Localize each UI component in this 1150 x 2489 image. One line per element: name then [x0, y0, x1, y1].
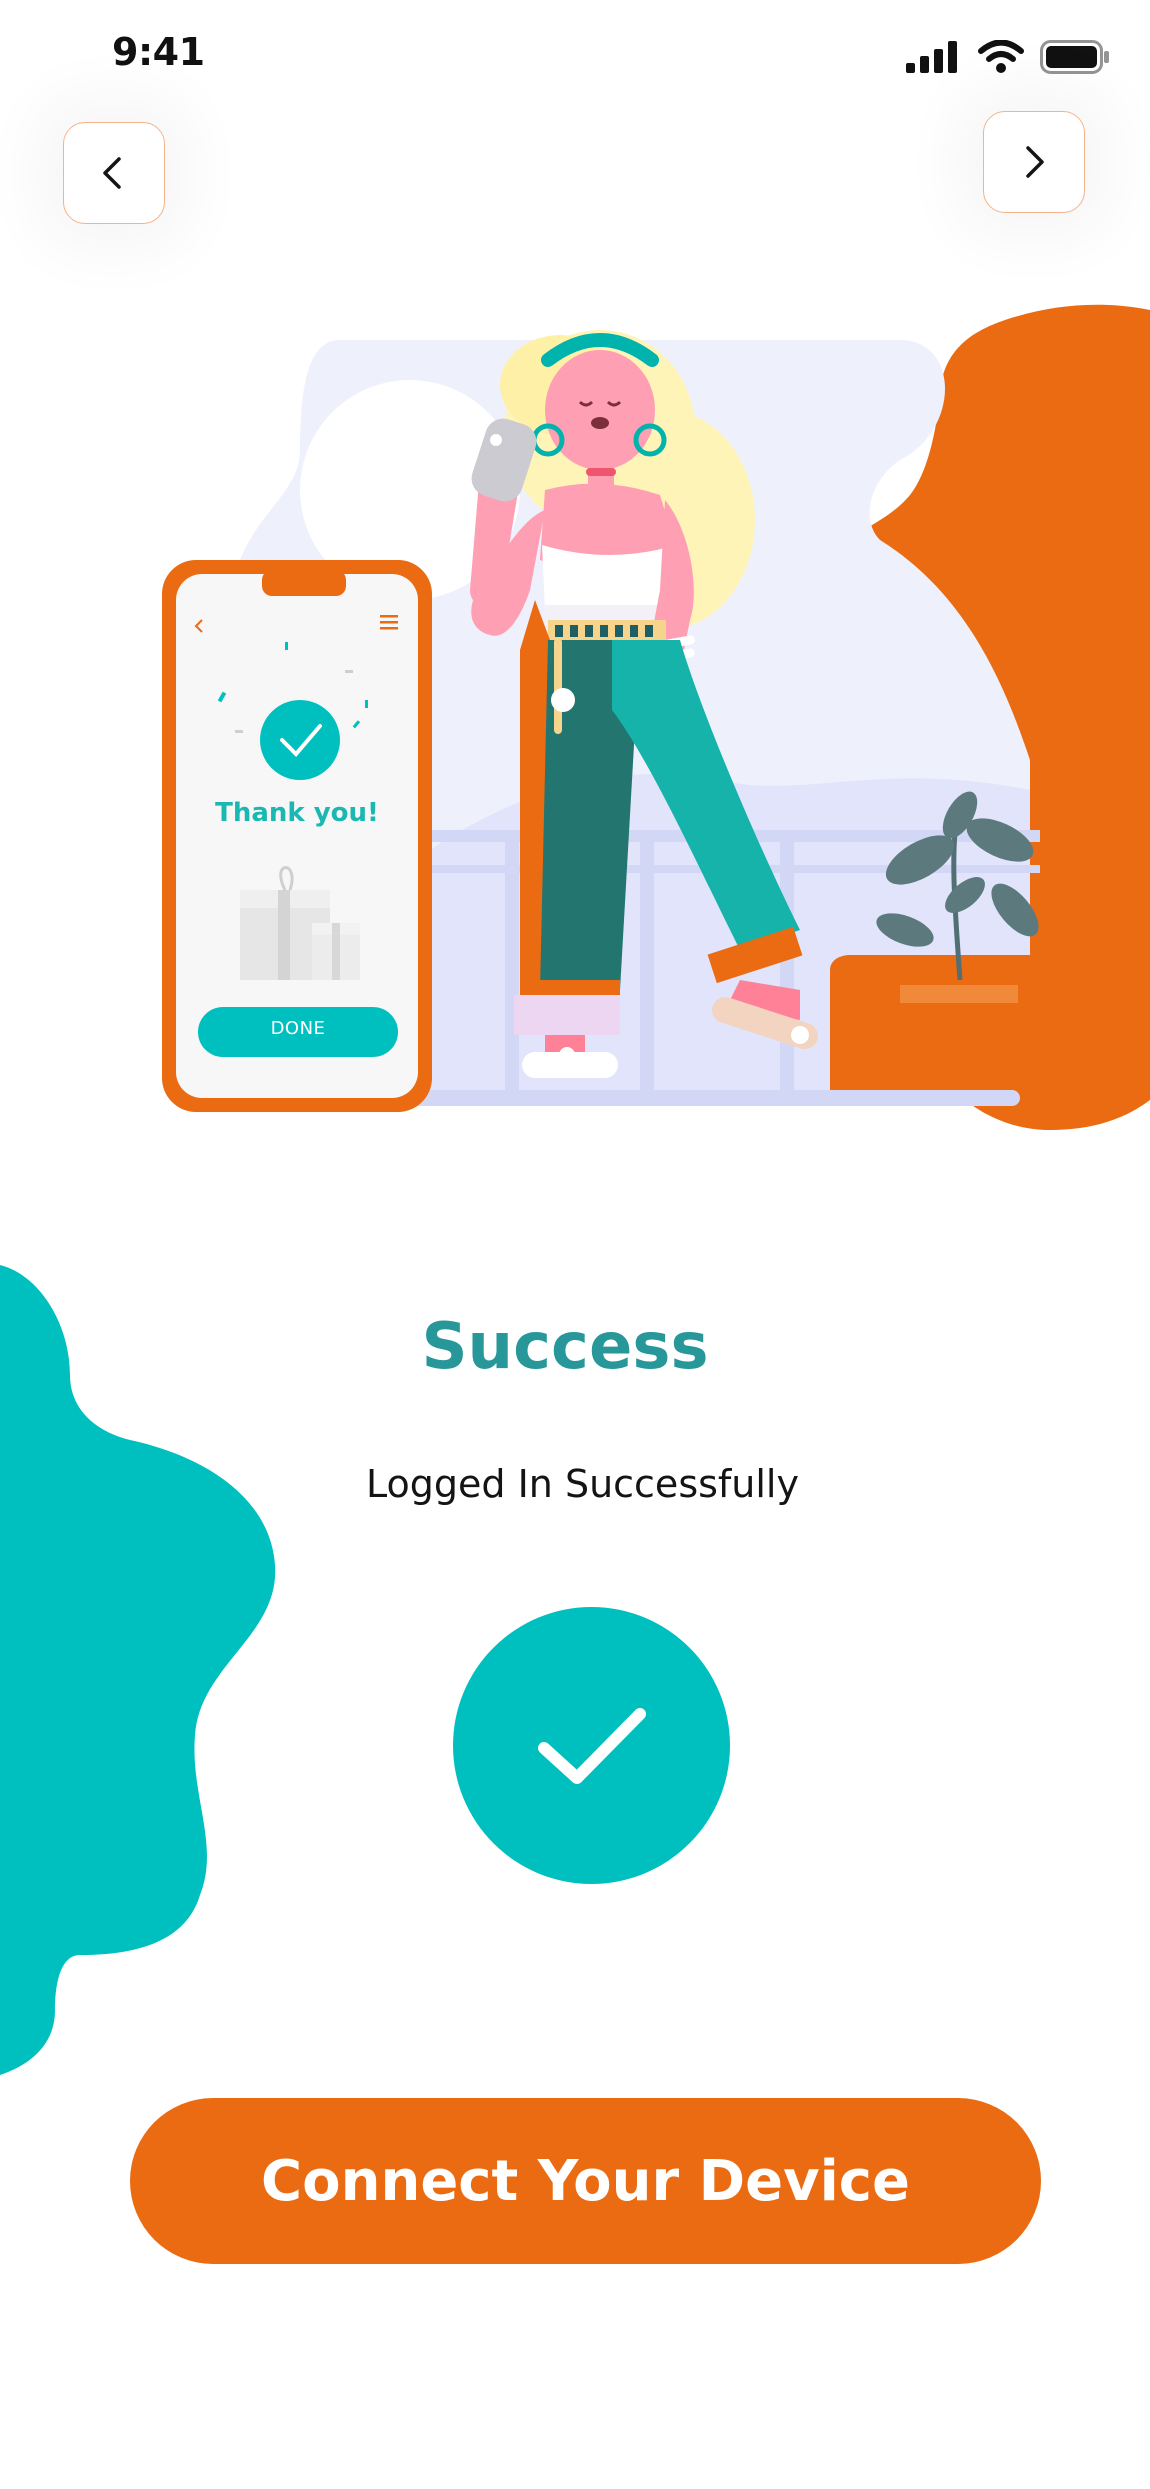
success-illustration: Thank you! DONE	[0, 290, 1150, 1140]
connect-device-button[interactable]: Connect Your Device	[130, 2098, 1041, 2264]
checkmark-icon	[537, 1707, 646, 1784]
page-title: Success	[421, 1310, 709, 1384]
back-button[interactable]	[63, 122, 165, 224]
illustration-scene	[162, 330, 1040, 1112]
forward-button[interactable]	[983, 111, 1085, 213]
phone-thank-you-text: Thank you!	[215, 798, 379, 828]
status-time: 9:41	[112, 30, 205, 74]
success-badge	[453, 1607, 730, 1884]
chevron-left-icon	[103, 157, 121, 189]
success-message: Logged In Successfully	[366, 1462, 799, 1506]
chevron-right-icon	[1026, 146, 1044, 178]
signal-icon	[906, 41, 957, 73]
status-icons	[906, 40, 1110, 74]
battery-icon	[1040, 40, 1109, 74]
teal-blob-decoration	[0, 1265, 276, 2075]
phone-done-button-label: DONE	[270, 1018, 326, 1039]
wifi-icon	[978, 40, 1024, 73]
